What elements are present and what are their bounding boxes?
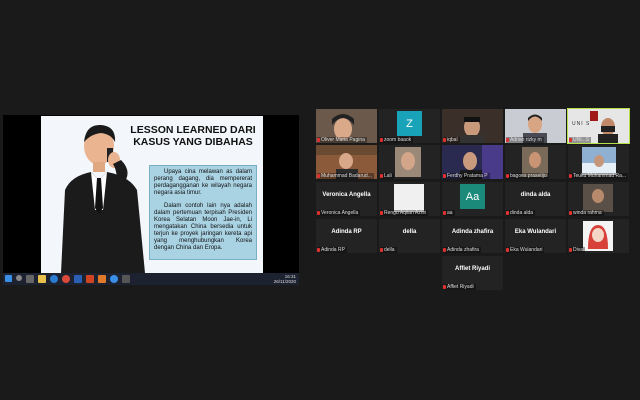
- windows-taskbar: 16:31 26/11/2020: [3, 273, 299, 285]
- participant-tile[interactable]: della della: [379, 219, 440, 253]
- participant-name: UNI...S: [573, 137, 590, 143]
- participant-name: Rengu Aqilan Azhri: [384, 210, 427, 216]
- participant-tile[interactable]: Diva: [568, 219, 629, 253]
- participant-center-name: dinda alda: [520, 192, 551, 198]
- clock-date: 26/11/2020: [273, 279, 296, 284]
- search-icon[interactable]: [16, 275, 22, 281]
- taskbar-clock[interactable]: 16:31 26/11/2020: [274, 274, 296, 284]
- participant-avatar: Aa: [460, 184, 485, 209]
- mic-muted-icon: [317, 174, 320, 178]
- edge-icon[interactable]: [50, 275, 58, 283]
- windows-start-icon[interactable]: [5, 275, 12, 282]
- mic-muted-icon: [569, 248, 572, 252]
- participant-tile[interactable]: Lali: [379, 145, 440, 179]
- mic-muted-icon: [443, 138, 446, 142]
- participant-tile[interactable]: Muhammad Badarud...: [316, 145, 377, 179]
- participant-center-name: Veronica Angella: [322, 192, 371, 198]
- participant-tile[interactable]: Ferdhy Pratama P: [442, 145, 503, 179]
- participant-name: Diva: [573, 247, 584, 253]
- participant-name: bagoes prasetijo: [510, 173, 547, 179]
- participant-name: Adinda zhafira: [447, 247, 479, 253]
- slide-paragraph-2: Dalam contoh lain nya adalah dalam perte…: [154, 203, 252, 251]
- mic-muted-icon: [506, 211, 509, 215]
- zoom-icon[interactable]: [110, 275, 118, 283]
- participant-center-name: Adinda zhafira: [451, 229, 494, 235]
- mic-muted-icon: [317, 211, 320, 215]
- mic-muted-icon: [443, 211, 446, 215]
- mic-muted-icon: [380, 174, 383, 178]
- participant-tile[interactable]: bagoes prasetijo: [505, 145, 566, 179]
- word-icon[interactable]: [74, 275, 82, 283]
- participant-tile[interactable]: winda rahma: [568, 182, 629, 216]
- mic-muted-icon: [569, 211, 572, 215]
- explorer-icon[interactable]: [38, 275, 46, 283]
- powerpoint-icon[interactable]: [86, 275, 94, 283]
- participant-center-name: Adinda RP: [331, 229, 362, 235]
- participant-tile[interactable]: Teuku Muhammad Ra...: [568, 145, 629, 179]
- mic-muted-icon: [317, 248, 320, 252]
- participant-name: aa: [447, 210, 453, 216]
- participant-name: Eka Wulandari: [510, 247, 543, 253]
- participant-tile[interactable]: Oliver Maria Pagina: [316, 109, 377, 143]
- mic-muted-icon: [380, 211, 383, 215]
- uni-text: UNI S: [572, 121, 591, 127]
- participant-tile[interactable]: Affiet Riyadi Affiet Riyadi: [442, 256, 503, 290]
- participant-name: Muhammad Badarud...: [321, 173, 372, 179]
- participant-avatar: Z: [397, 111, 422, 136]
- participant-name: Lali: [384, 173, 392, 179]
- participant-name: Oliver Maria Pagina: [321, 137, 365, 143]
- participant-tile-active-speaker[interactable]: UNI S UNI...S: [567, 108, 630, 144]
- mic-muted-icon: [443, 174, 446, 178]
- mic-muted-icon: [506, 138, 509, 142]
- mic-muted-icon: [569, 174, 572, 178]
- mic-muted-icon: [443, 285, 446, 289]
- mic-muted-icon: [443, 248, 446, 252]
- participant-center-name: Eka Wulandari: [514, 229, 557, 235]
- participant-name: dinda alda: [510, 210, 534, 216]
- participant-name: della: [384, 247, 395, 253]
- slide-title: LESSON LEARNED DARI KASUS YANG DIBAHAS: [130, 124, 256, 148]
- mic-muted-icon: [569, 138, 572, 142]
- slide-paragraph-1: Upaya cina melawan as dalam perang dagan…: [154, 169, 252, 196]
- participant-tile[interactable]: Adinda zhafira Adinda zhafira: [442, 219, 503, 253]
- participant-name: winda rahma: [573, 210, 602, 216]
- participant-tile[interactable]: Aa aa: [442, 182, 503, 216]
- mic-muted-icon: [380, 248, 383, 252]
- app2-icon[interactable]: [122, 275, 130, 283]
- presentation-slide: LESSON LEARNED DARI KASUS YANG DIBAHAS U…: [41, 116, 263, 273]
- task-view-icon[interactable]: [26, 275, 34, 283]
- mic-muted-icon: [506, 174, 509, 178]
- mic-muted-icon: [506, 248, 509, 252]
- chrome-icon[interactable]: [62, 275, 70, 283]
- participant-name: iqbal: [447, 137, 458, 143]
- participant-tile[interactable]: dinda alda dinda alda: [505, 182, 566, 216]
- participant-tile[interactable]: Eka Wulandari Eka Wulandari: [505, 219, 566, 253]
- mic-muted-icon: [380, 138, 383, 142]
- participant-tile[interactable]: Veronica Angella Veronica Angella: [316, 182, 377, 216]
- shared-screen: LESSON LEARNED DARI KASUS YANG DIBAHAS U…: [3, 115, 299, 285]
- participant-tile[interactable]: Adrian rizky m: [505, 109, 566, 143]
- participant-name: Ferdhy Pratama P: [447, 173, 488, 179]
- slide-textbox: Upaya cina melawan as dalam perang dagan…: [149, 165, 257, 260]
- participant-center-name: della: [402, 229, 417, 235]
- participant-name: Affiet Riyadi: [447, 284, 474, 290]
- participant-name: zoom baaok: [384, 137, 412, 143]
- participant-tile[interactable]: Rengu Aqilan Azhri: [379, 182, 440, 216]
- participant-center-name: Affiet Riyadi: [454, 266, 490, 272]
- participant-tile[interactable]: iqbal: [442, 109, 503, 143]
- participant-tile[interactable]: Z zoom baaok: [379, 109, 440, 143]
- participant-name: Adinda RP: [321, 247, 345, 253]
- participant-tile[interactable]: Adinda RP Adinda RP: [316, 219, 377, 253]
- participant-name: Adrian rizky m: [510, 137, 542, 143]
- participant-name: Veronica Angella: [321, 210, 359, 216]
- participant-name: Teuku Muhammad Ra...: [573, 173, 627, 179]
- mic-muted-icon: [317, 138, 320, 142]
- app-icon[interactable]: [98, 275, 106, 283]
